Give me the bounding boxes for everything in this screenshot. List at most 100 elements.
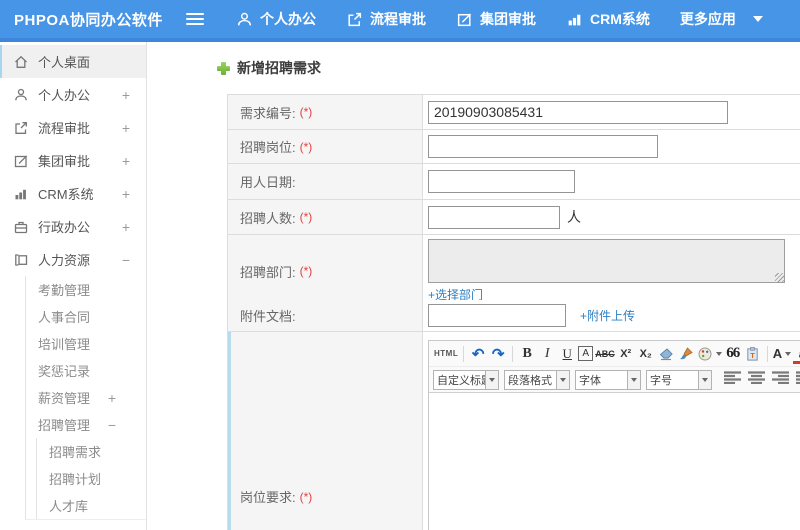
- format-brush-icon[interactable]: [677, 344, 695, 364]
- collapse-toggle[interactable]: −: [108, 417, 116, 433]
- blockquote-button[interactable]: 66: [724, 344, 742, 364]
- sidebar-item-hr-contract[interactable]: 人事合同: [26, 303, 146, 330]
- expand-toggle[interactable]: +: [122, 153, 130, 169]
- undo-icon[interactable]: ↶: [469, 344, 487, 364]
- expand-toggle[interactable]: +: [122, 186, 130, 202]
- form-row-department: 招聘部门: (*) +选择部门: [228, 235, 800, 307]
- redo-icon[interactable]: ↷: [489, 344, 507, 364]
- expand-toggle[interactable]: +: [108, 390, 116, 406]
- autotypeset-button[interactable]: A: [578, 346, 594, 361]
- form-row-demand-no: 需求编号: (*): [228, 95, 800, 130]
- attachment-input[interactable]: [428, 304, 566, 327]
- recruit-demand-form: 需求编号: (*) 招聘岗位: (*) 用人日期:: [227, 94, 800, 530]
- topnav-more-apps[interactable]: 更多应用: [680, 9, 763, 29]
- subscript-button[interactable]: X₂: [637, 344, 655, 364]
- position-input[interactable]: [428, 135, 658, 158]
- attachment-upload-link[interactable]: +附件上传: [580, 307, 635, 324]
- custom-title-select[interactable]: 自定义标题: [433, 369, 499, 390]
- required-mark: (*): [299, 489, 313, 504]
- font-color-button[interactable]: A: [773, 344, 792, 364]
- topnav-crm[interactable]: CRM系统: [566, 9, 650, 29]
- topnav-workflow-approval[interactable]: 流程审批: [346, 9, 426, 29]
- underline-button[interactable]: U: [558, 344, 576, 364]
- editor-toolbar-row1: HTML ↶ ↷ B I U A ABC X² X₂ 66 T A: [429, 341, 800, 367]
- field-label: 需求编号: (*): [228, 95, 423, 129]
- caret-down-icon: [556, 370, 569, 389]
- bar-chart-icon: [13, 186, 29, 202]
- collapse-toggle[interactable]: −: [122, 252, 130, 268]
- home-icon: [13, 54, 29, 70]
- align-right-icon[interactable]: [772, 370, 789, 389]
- sidebar-item-rewards[interactable]: 奖惩记录: [26, 357, 146, 384]
- field-label: 用人日期:: [228, 164, 423, 199]
- page-title: 新增招聘需求: [217, 58, 800, 78]
- field-label: 招聘部门: (*): [228, 235, 423, 307]
- sidebar-item-desktop[interactable]: 个人桌面: [0, 45, 146, 78]
- field-label: 岗位要求: (*): [228, 332, 423, 530]
- caret-down-icon: [627, 370, 640, 389]
- font-family-select[interactable]: 字体: [575, 369, 641, 390]
- sidebar-item-salary[interactable]: 薪资管理 +: [26, 384, 146, 411]
- sidebar-item-recruitment[interactable]: 招聘管理 −: [26, 411, 146, 438]
- hr-book-icon: [13, 252, 29, 268]
- demand-no-input[interactable]: [428, 100, 728, 124]
- palette-icon[interactable]: [697, 344, 722, 364]
- field-label: 招聘岗位: (*): [228, 130, 423, 163]
- required-mark: (*): [299, 264, 313, 278]
- align-center-icon[interactable]: [748, 370, 765, 389]
- form-row-hire-date: 用人日期:: [228, 164, 800, 200]
- expand-toggle[interactable]: +: [122, 87, 130, 103]
- sidebar-item-attendance[interactable]: 考勤管理: [26, 276, 146, 303]
- sidebar-item-talent-pool[interactable]: 人才库: [37, 492, 146, 519]
- plus-icon: [217, 61, 230, 75]
- italic-button[interactable]: I: [538, 344, 556, 364]
- topnav-group-approval[interactable]: 集团审批: [456, 9, 536, 29]
- toolbar-separator: [463, 345, 465, 362]
- user-icon: [13, 87, 29, 103]
- sidebar-item-admin-office[interactable]: 行政办公 +: [0, 210, 146, 243]
- caret-down-icon: [485, 370, 498, 389]
- top-navigation: 个人办公 流程审批 集团审批 CRM系统 更多应用: [236, 9, 793, 29]
- expand-toggle[interactable]: +: [122, 120, 130, 136]
- highlight-color-button[interactable]: a: [793, 344, 800, 364]
- main-content: 新增招聘需求 需求编号: (*) 招聘岗位: (*): [147, 42, 800, 530]
- form-row-position: 招聘岗位: (*): [228, 130, 800, 164]
- sidebar-item-recruit-plan[interactable]: 招聘计划: [37, 465, 146, 492]
- font-size-select[interactable]: 字号: [646, 369, 712, 390]
- hire-date-input[interactable]: [428, 170, 575, 193]
- eraser-icon[interactable]: [657, 344, 675, 364]
- field-label: 招聘人数: (*): [228, 200, 423, 234]
- edit-icon: [456, 11, 473, 28]
- sidebar-item-crm[interactable]: CRM系统 +: [0, 177, 146, 210]
- user-icon: [236, 11, 253, 28]
- bold-button[interactable]: B: [518, 344, 536, 364]
- align-justify-icon[interactable]: [796, 370, 800, 389]
- toolbar-separator: [512, 345, 514, 362]
- caret-down-icon: [752, 16, 763, 22]
- editor-content-area[interactable]: [429, 393, 800, 530]
- headcount-input[interactable]: [428, 205, 560, 229]
- sidebar-item-hr[interactable]: 人力资源 −: [0, 243, 146, 276]
- paragraph-format-select[interactable]: 段落格式: [504, 369, 570, 390]
- sidebar-item-personal-office[interactable]: 个人办公 +: [0, 78, 146, 111]
- topnav-personal-office[interactable]: 个人办公: [236, 9, 316, 29]
- sidebar-item-group-approval[interactable]: 集团审批 +: [0, 144, 146, 177]
- edit-icon: [13, 153, 29, 169]
- sidebar-item-workflow-approval[interactable]: 流程审批 +: [0, 111, 146, 144]
- caret-down-icon: [785, 351, 792, 356]
- strikethrough-button[interactable]: ABC: [595, 344, 615, 364]
- hr-submenu: 考勤管理 人事合同 培训管理 奖惩记录 薪资管理 + 招聘管理 − 招聘需求 招…: [25, 276, 146, 520]
- sidebar-item-training[interactable]: 培训管理: [26, 330, 146, 357]
- paste-clipboard-icon[interactable]: T: [744, 344, 762, 364]
- department-textarea[interactable]: [428, 239, 785, 283]
- resize-handle-icon[interactable]: [775, 273, 784, 282]
- sidebar-item-recruit-demand[interactable]: 招聘需求: [37, 438, 146, 465]
- caret-down-icon: [715, 351, 722, 356]
- rich-text-editor: HTML ↶ ↷ B I U A ABC X² X₂ 66 T A 自定义标 段…: [428, 340, 800, 530]
- menu-icon[interactable]: [186, 13, 204, 25]
- superscript-button[interactable]: X²: [617, 344, 635, 364]
- align-left-icon[interactable]: [724, 370, 741, 389]
- expand-toggle[interactable]: +: [122, 219, 130, 235]
- flow-icon: [13, 120, 29, 136]
- html-source-button[interactable]: HTML: [434, 344, 458, 364]
